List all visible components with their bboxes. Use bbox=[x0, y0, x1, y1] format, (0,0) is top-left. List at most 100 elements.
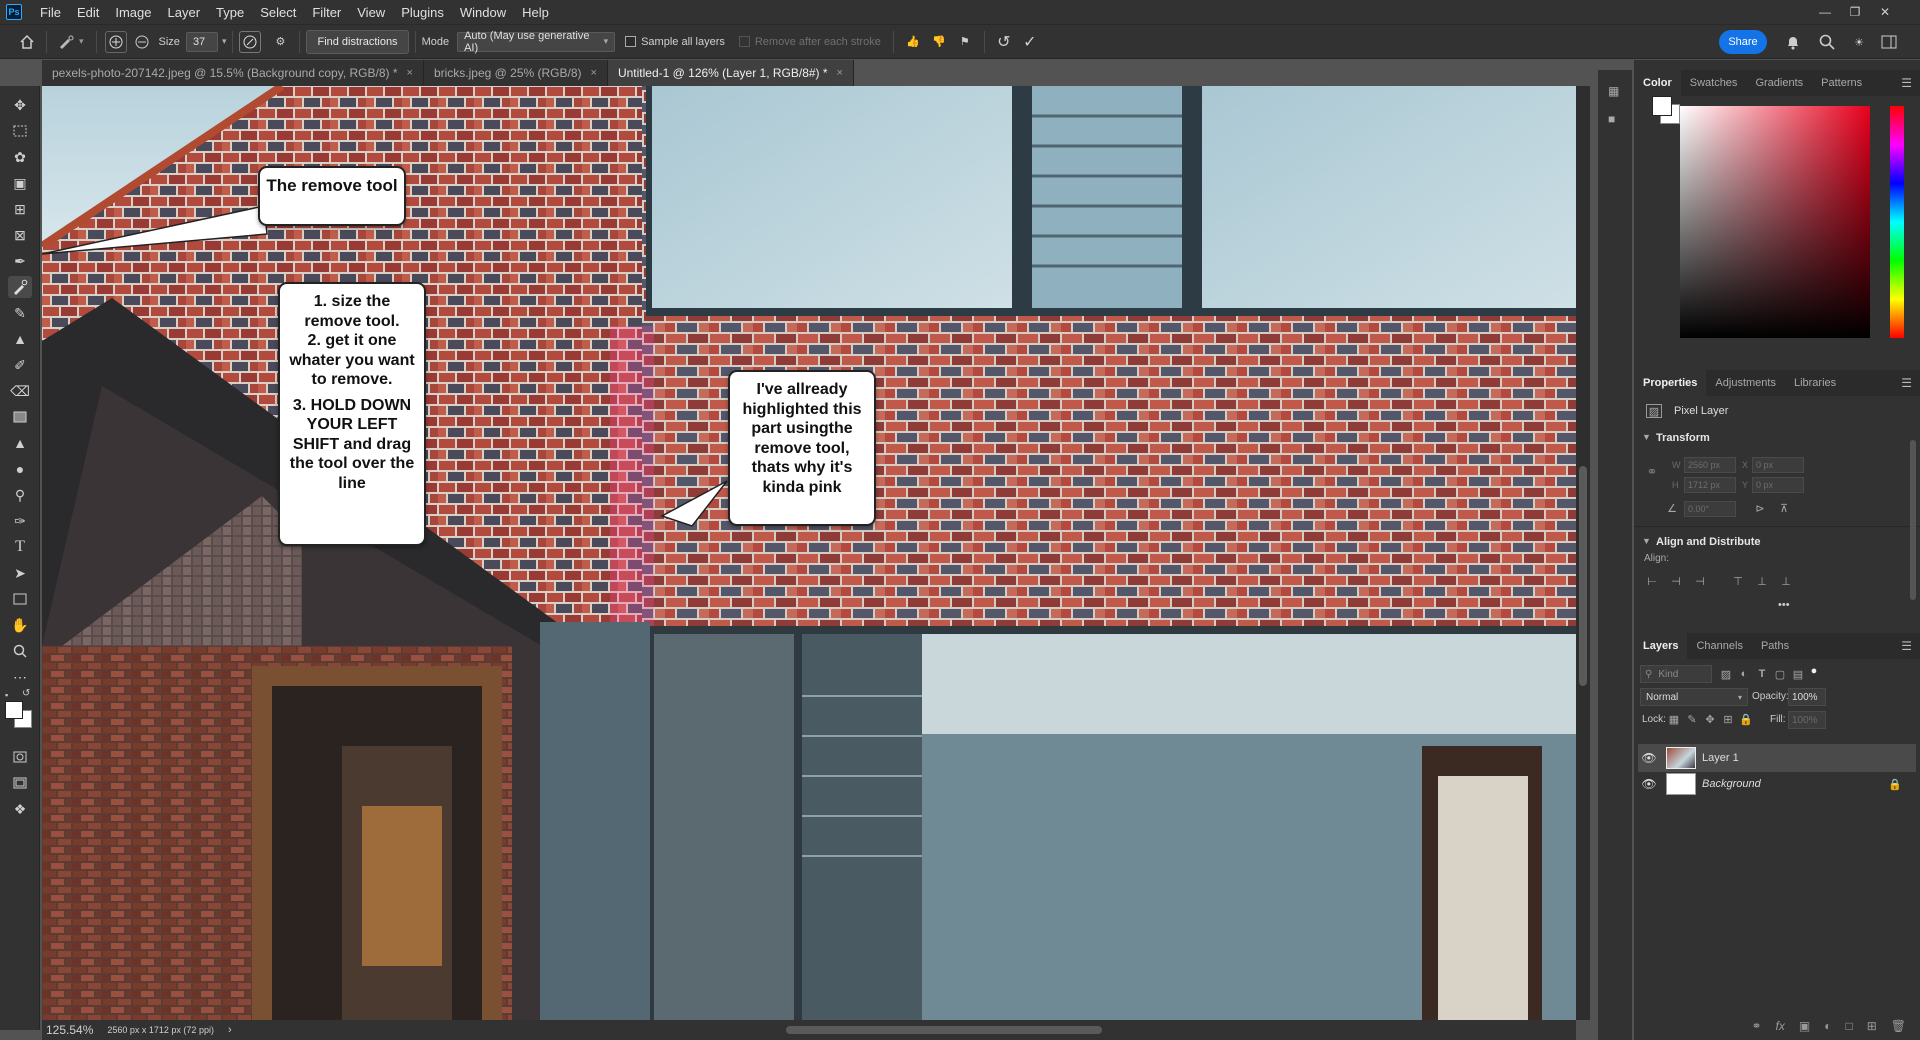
filter-pixel-icon[interactable]: ▨ bbox=[1718, 667, 1734, 681]
align-bottom-edges-icon[interactable]: ⊥ bbox=[1778, 574, 1794, 588]
chevron-down-icon[interactable]: ▾ bbox=[79, 36, 84, 47]
size-dropdown-icon[interactable]: ▾ bbox=[222, 36, 227, 47]
rectangle-tool-icon[interactable] bbox=[8, 588, 32, 610]
tab-properties[interactable]: Properties bbox=[1634, 370, 1707, 396]
link-layers-icon[interactable]: ⚭ bbox=[1751, 1019, 1761, 1033]
close-icon[interactable]: × bbox=[407, 67, 413, 79]
tab-swatches[interactable]: Swatches bbox=[1681, 70, 1747, 96]
flip-vertical-icon[interactable]: ⊼ bbox=[1776, 501, 1792, 515]
type-tool-icon[interactable]: T bbox=[8, 536, 32, 558]
tab-untitled-1[interactable]: Untitled-1 @ 126% (Layer 1, RGB/8#) * × bbox=[607, 60, 854, 86]
pen-tool-icon[interactable]: ✑ bbox=[8, 510, 32, 532]
menu-layer[interactable]: Layer bbox=[160, 5, 209, 20]
minimize-icon[interactable]: — bbox=[1810, 0, 1840, 24]
align-horizontal-centers-icon[interactable]: ⊣ bbox=[1668, 574, 1684, 588]
align-top-edges-icon[interactable]: ⊤ bbox=[1730, 574, 1746, 588]
layer-name[interactable]: Background bbox=[1702, 778, 1761, 790]
filter-adjustment-icon[interactable]: ◐ bbox=[1736, 667, 1752, 681]
status-arrow-icon[interactable]: › bbox=[228, 1024, 232, 1036]
menu-window[interactable]: Window bbox=[452, 5, 514, 20]
visibility-eye-icon[interactable]: 👁 bbox=[1638, 751, 1660, 765]
tab-libraries[interactable]: Libraries bbox=[1785, 370, 1845, 396]
commit-check-icon[interactable]: ✓ bbox=[1017, 29, 1043, 55]
filter-type-icon[interactable]: T bbox=[1754, 667, 1770, 681]
align-right-edges-icon[interactable]: ⊣ bbox=[1692, 574, 1708, 588]
home-icon[interactable] bbox=[14, 29, 40, 55]
color-swatches-pair[interactable] bbox=[1652, 96, 1682, 126]
remove-after-stroke-checkbox[interactable] bbox=[738, 36, 750, 47]
brush-tool-icon[interactable]: ✎ bbox=[8, 302, 32, 324]
lock-all-icon[interactable]: 🔒 bbox=[1738, 712, 1754, 726]
zoom-level[interactable]: 125.54% bbox=[46, 1023, 93, 1037]
layer-row-layer-1[interactable]: 👁 Layer 1 bbox=[1638, 744, 1916, 772]
lock-icon[interactable]: 🔒 bbox=[1888, 778, 1902, 791]
history-icon[interactable]: ▦ bbox=[1608, 84, 1619, 98]
panel-menu-icon[interactable]: ☰ bbox=[1901, 376, 1912, 390]
menu-type[interactable]: Type bbox=[208, 5, 252, 20]
tab-channels[interactable]: Channels bbox=[1687, 633, 1751, 659]
color-picker-field[interactable] bbox=[1680, 106, 1870, 338]
tab-color[interactable]: Color bbox=[1634, 70, 1681, 96]
eyedropper-tool-icon[interactable]: ✒ bbox=[8, 250, 32, 272]
lock-image-icon[interactable]: ✎ bbox=[1684, 712, 1700, 726]
default-colors-icon[interactable]: ▪ bbox=[5, 690, 8, 700]
align-left-edges-icon[interactable]: ⊢ bbox=[1644, 574, 1660, 588]
lightbulb-icon[interactable]: ☀ bbox=[1846, 29, 1872, 55]
foreground-color-swatch[interactable] bbox=[5, 701, 23, 719]
generative-ai-icon[interactable]: ❖ bbox=[8, 798, 32, 820]
marquee-tool-icon[interactable] bbox=[8, 120, 32, 142]
blend-mode-select[interactable]: Normal ▾ bbox=[1640, 688, 1748, 706]
pressure-size-icon[interactable] bbox=[239, 30, 262, 53]
adjustment-layer-icon[interactable]: ◐ bbox=[1824, 1019, 1831, 1033]
find-distractions-button[interactable]: Find distractions bbox=[306, 29, 409, 54]
tab-adjustments[interactable]: Adjustments bbox=[1706, 370, 1785, 396]
y-field[interactable]: 0 px bbox=[1752, 477, 1804, 493]
chevron-down-icon[interactable]: ▼ bbox=[1642, 536, 1651, 546]
blur-tool-icon[interactable]: ▲ bbox=[8, 432, 32, 454]
add-mask-icon[interactable]: ▣ bbox=[1799, 1019, 1810, 1033]
filter-smart-object-icon[interactable]: ▤ bbox=[1790, 667, 1806, 681]
fx-icon[interactable]: fx bbox=[1776, 1019, 1785, 1033]
visibility-eye-icon[interactable]: 👁 bbox=[1638, 777, 1660, 791]
subtract-mode-icon[interactable] bbox=[129, 29, 155, 55]
link-icon[interactable]: ⚭ bbox=[1644, 464, 1660, 479]
remove-tool-icon[interactable] bbox=[8, 276, 32, 298]
tab-pexels-photo[interactable]: pexels-photo-207142.jpeg @ 15.5% (Backgr… bbox=[42, 60, 424, 86]
lock-artboard-icon[interactable]: ⊞ bbox=[1720, 712, 1736, 726]
workspace-icon[interactable] bbox=[1876, 29, 1902, 55]
menu-filter[interactable]: Filter bbox=[304, 5, 349, 20]
lock-transparent-icon[interactable]: ▦ bbox=[1666, 712, 1682, 726]
chevron-down-icon[interactable]: ▼ bbox=[1642, 432, 1651, 442]
more-options-icon[interactable]: ••• bbox=[1778, 599, 1790, 611]
remove-tool-preset-icon[interactable] bbox=[53, 29, 79, 55]
canvas-area[interactable]: The remove tool 1. size the remove tool.… bbox=[42, 86, 1576, 1020]
filter-toggle-icon[interactable]: ● bbox=[1806, 664, 1822, 678]
layer-row-background[interactable]: 👁 Background 🔒 bbox=[1638, 770, 1916, 798]
comments-icon[interactable]: ■ bbox=[1608, 112, 1615, 126]
restore-icon[interactable]: ❐ bbox=[1840, 0, 1870, 24]
menu-edit[interactable]: Edit bbox=[69, 5, 107, 20]
lock-position-icon[interactable]: ✥ bbox=[1702, 712, 1718, 726]
filter-shape-icon[interactable]: ▢ bbox=[1772, 667, 1788, 681]
horizontal-scroll-thumb[interactable] bbox=[786, 1026, 1102, 1034]
history-brush-tool-icon[interactable]: ✐ bbox=[8, 354, 32, 376]
search-icon[interactable] bbox=[1814, 29, 1840, 55]
clone-stamp-tool-icon[interactable]: ▲ bbox=[8, 328, 32, 350]
opacity-field[interactable]: 100% bbox=[1788, 688, 1826, 706]
panel-menu-icon[interactable]: ☰ bbox=[1901, 76, 1912, 90]
menu-plugins[interactable]: Plugins bbox=[393, 5, 452, 20]
width-field[interactable]: 2560 px bbox=[1684, 457, 1736, 473]
flag-icon[interactable]: ⚑ bbox=[952, 29, 978, 55]
zoom-tool-icon[interactable] bbox=[8, 640, 32, 662]
thumbs-up-icon[interactable]: 👍 bbox=[900, 29, 926, 55]
panel-menu-icon[interactable]: ☰ bbox=[1901, 639, 1912, 653]
vertical-scrollbar[interactable] bbox=[1576, 86, 1590, 1020]
angle-field[interactable]: 0.00° bbox=[1684, 501, 1736, 517]
hue-slider[interactable] bbox=[1890, 106, 1904, 338]
bell-icon[interactable] bbox=[1780, 29, 1806, 55]
size-input[interactable]: 37 bbox=[185, 31, 218, 52]
screen-mode-icon[interactable] bbox=[8, 772, 32, 794]
more-tools-icon[interactable]: ⋯ bbox=[8, 666, 32, 688]
object-selection-tool-icon[interactable]: ▣ bbox=[8, 172, 32, 194]
properties-scrollbar[interactable] bbox=[1910, 440, 1916, 600]
